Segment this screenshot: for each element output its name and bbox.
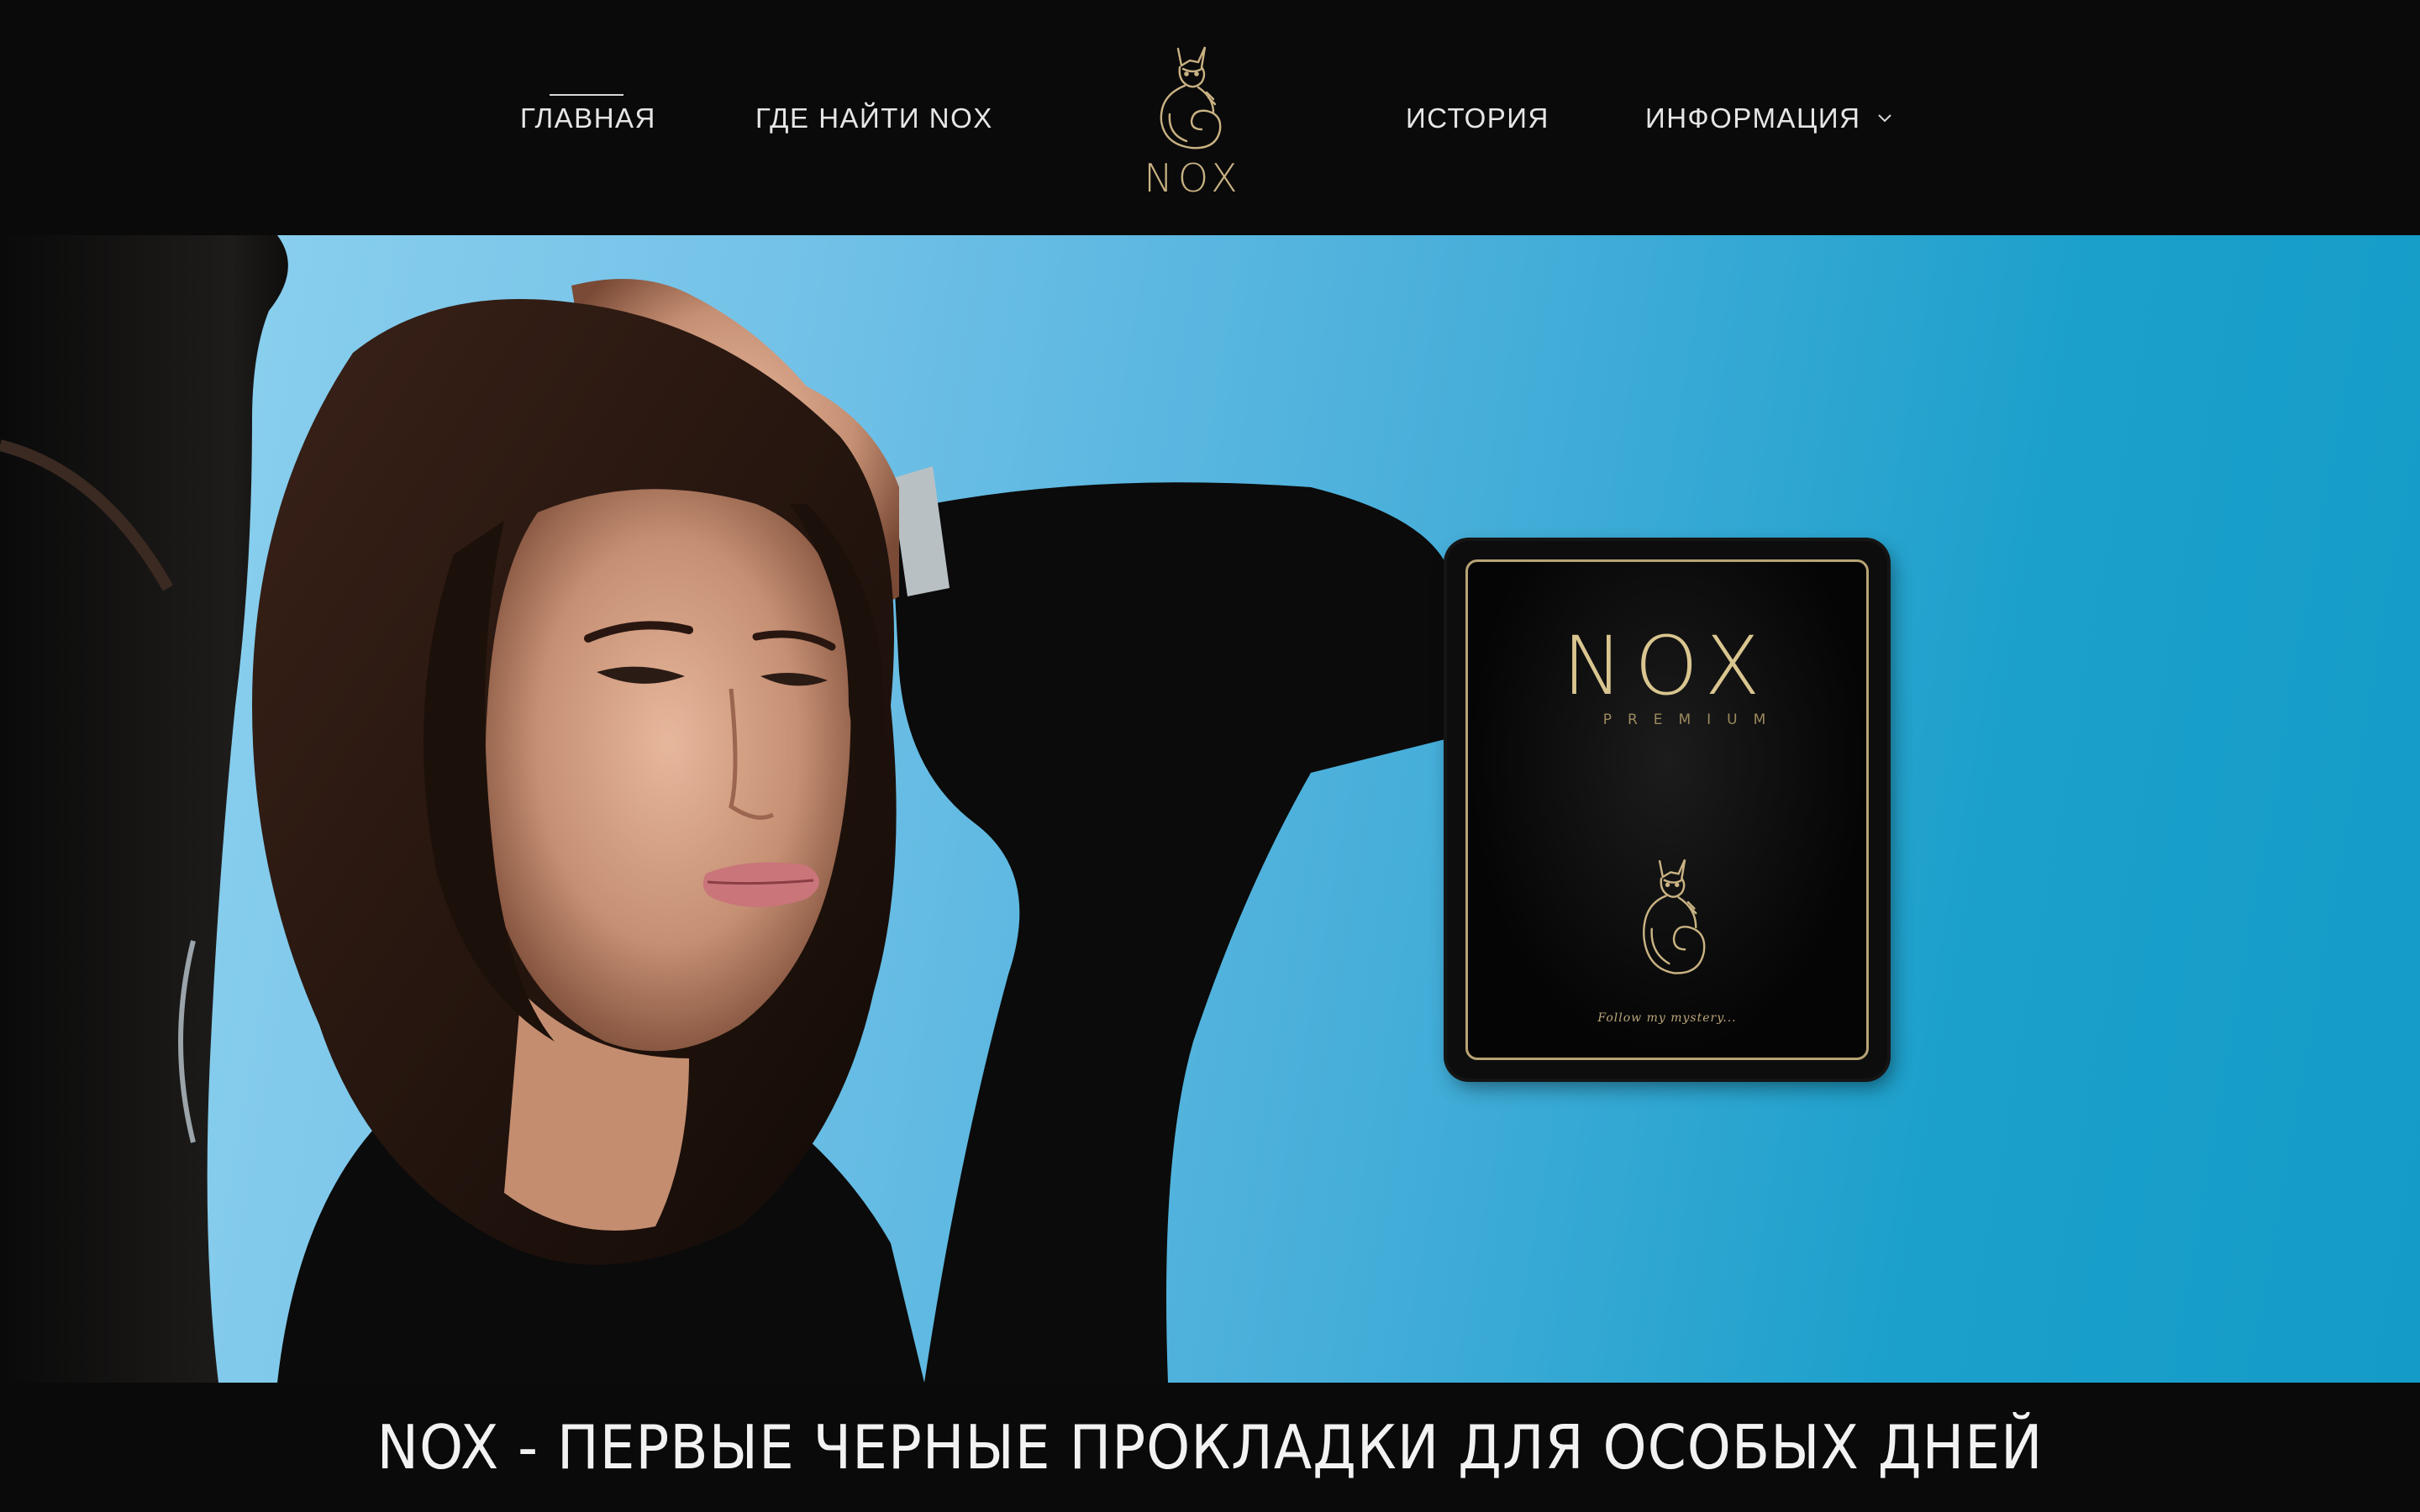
horse-silhouette (0, 235, 288, 1383)
package-subtitle: PREMIUM (1602, 711, 1782, 728)
product-package: NOX PREMIUM Follow my mystery... (1447, 541, 1887, 1079)
chevron-down-icon (1878, 114, 1892, 123)
package-brand: NOX (1562, 619, 1772, 713)
hero-banner: NOX PREMIUM Follow my mystery... (0, 235, 2420, 1383)
nav-dropdown-info[interactable]: ИНФОРМАЦИЯ (1645, 98, 1896, 139)
nav-info-label: ИНФОРМАЦИЯ (1645, 102, 1861, 134)
cat-emblem-icon (1643, 858, 1706, 974)
site-header: ГЛАВНАЯ ГДЕ НАЙТИ NOX NOX ИСТОРИЯ ИНФОРМ… (0, 0, 2420, 235)
slogan-text: NOX - ПЕРВЫЕ ЧЕРНЫЕ ПРОКЛАДКИ ДЛЯ ОСОБЫХ… (376, 1412, 2044, 1483)
site-logo[interactable]: NOX (1126, 37, 1260, 202)
nav-link-home[interactable]: ГЛАВНАЯ (520, 98, 656, 139)
logo-text: NOX (1144, 155, 1242, 201)
cat-logo-icon: NOX (1144, 46, 1242, 201)
hero-image (0, 235, 1454, 1383)
nav-link-where-to-find[interactable]: ГДЕ НАЙТИ NOX (755, 98, 993, 139)
package-border: NOX PREMIUM Follow my mystery... (1465, 559, 1869, 1060)
nav-active-indicator (550, 94, 623, 96)
nav-link-history[interactable]: ИСТОРИЯ (1406, 98, 1549, 139)
arm (891, 482, 1454, 1383)
page: ГЛАВНАЯ ГДЕ НАЙТИ NOX NOX ИСТОРИЯ ИНФОРМ… (0, 0, 2420, 1512)
slogan-banner: NOX - ПЕРВЫЕ ЧЕРНЫЕ ПРОКЛАДКИ ДЛЯ ОСОБЫХ… (0, 1383, 2420, 1512)
package-tagline: Follow my mystery... (1597, 1011, 1737, 1025)
